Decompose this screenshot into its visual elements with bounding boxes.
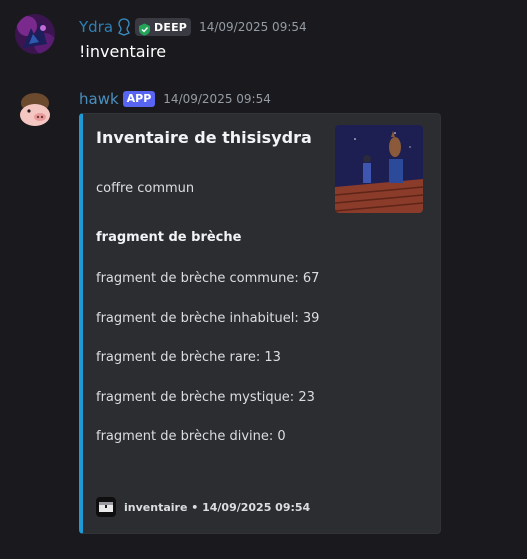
embed-subtitle: coffre commun (96, 181, 195, 196)
username-ydra[interactable]: Ydra (79, 18, 113, 36)
fragment-line-mystique: fragment de brèche mystique: 23 (96, 390, 315, 405)
fragment-line-divine: fragment de brèche divine: 0 (96, 429, 286, 444)
avatar-hawk[interactable] (15, 89, 55, 129)
embed-title: Inventaire de thisisydra (96, 128, 312, 147)
timestamp-ydra[interactable]: 14/09/2025 09:54 (199, 20, 307, 34)
embed-section-title: fragment de brèche (96, 230, 242, 245)
fragment-line-commune: fragment de brèche commune: 67 (96, 271, 320, 286)
guild-tag-deep[interactable]: DEEP (135, 18, 192, 36)
message-content: !inventaire (79, 42, 167, 61)
inventory-embed: Inventaire de thisisydra coffre commun f… (79, 113, 441, 534)
deep-tag-label: DEEP (154, 20, 188, 34)
chest-icon (96, 497, 116, 517)
embed-thumbnail[interactable] (335, 125, 423, 213)
username-hawk[interactable]: hawk (79, 90, 119, 108)
fragment-line-inhabituel: fragment de brèche inhabituel: 39 (96, 311, 320, 326)
shield-check-icon (117, 18, 131, 36)
fragment-line-rare: fragment de brèche rare: 13 (96, 350, 281, 365)
timestamp-hawk[interactable]: 14/09/2025 09:54 (163, 92, 271, 106)
footer-text: inventaire • 14/09/2025 09:54 (124, 500, 311, 514)
app-badge: APP (122, 91, 156, 107)
deep-tag-icon (138, 21, 151, 35)
avatar-ydra[interactable] (15, 14, 55, 54)
message-ydra: Ydra DEEP 14/09/2025 09:54 !inventaire (0, 0, 527, 70)
embed-footer: inventaire • 14/09/2025 09:54 (96, 497, 310, 517)
